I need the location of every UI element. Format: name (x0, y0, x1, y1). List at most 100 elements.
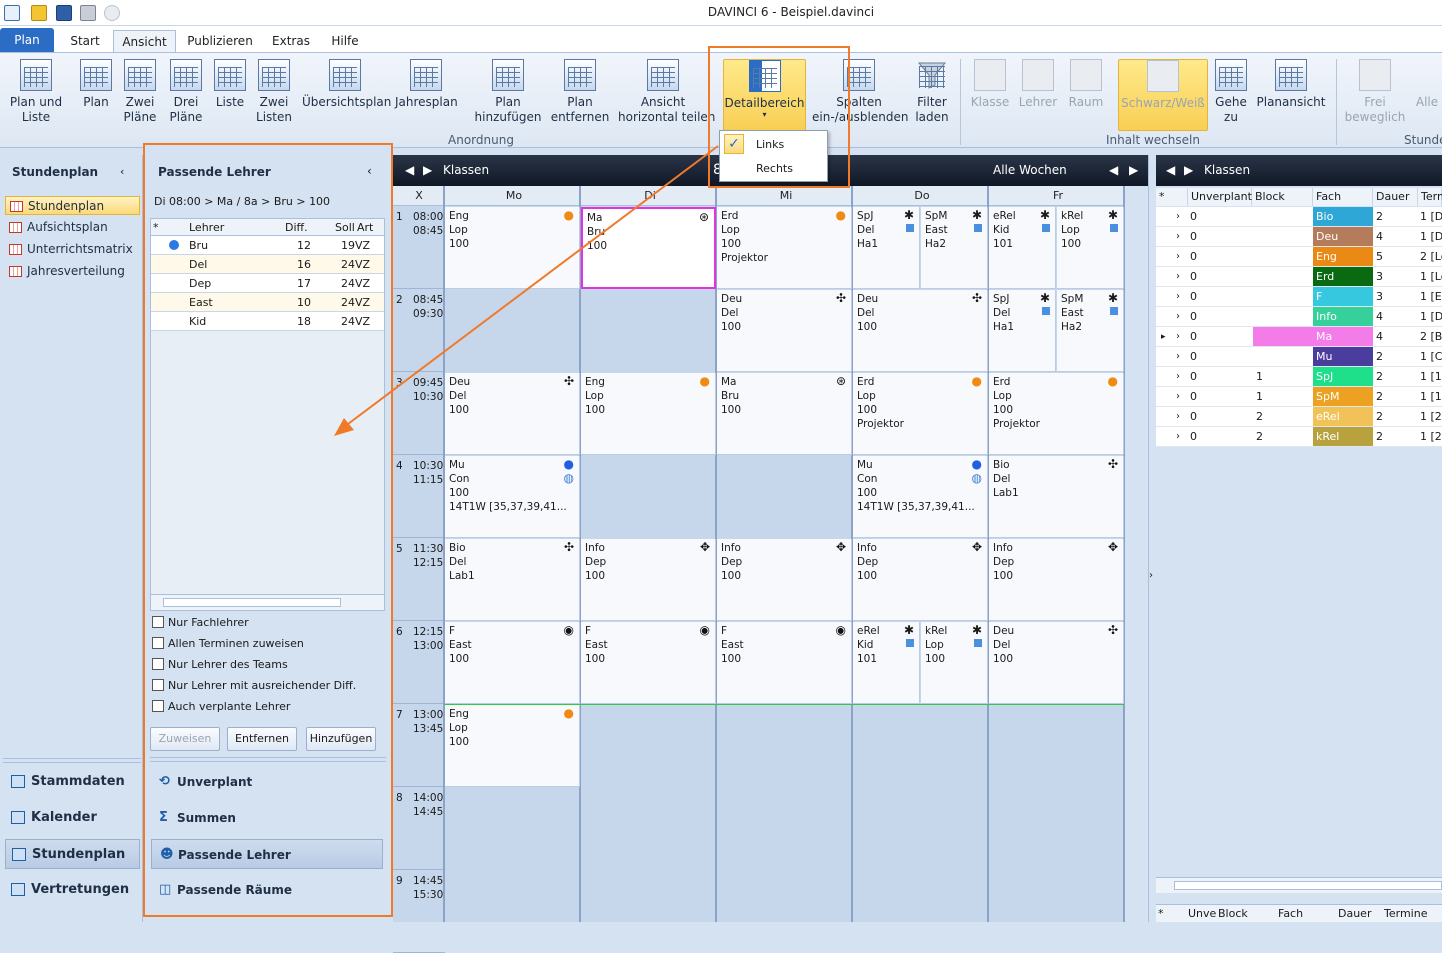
table-row[interactable]: › 0 2 kRel 2 1 [2. (1156, 427, 1442, 447)
nav-item-jahresverteilung[interactable]: Jahresverteilung (5, 262, 140, 281)
menu-item-rechts[interactable]: Rechts (756, 162, 793, 175)
column-dauer[interactable]: Dauer (1373, 188, 1418, 206)
lesson-cell-split[interactable]: eRel Kid 101 ✱ (989, 207, 1056, 289)
lesson-cell[interactable]: Info Dep 100 ✥ (717, 539, 852, 621)
checkbox-nur-lehrer-team[interactable] (152, 658, 164, 670)
next-week-icon[interactable]: ▶ (1129, 163, 1138, 177)
lesson-cell[interactable]: Mu Con 100 14T1W [35,37,39,41... ● ◍ (445, 456, 580, 538)
chevron-right-icon[interactable]: › (1176, 267, 1180, 287)
lesson-cell-split[interactable]: kRel Lop 100 ✱ (921, 622, 988, 704)
plan-entfernen-button[interactable]: Plan entfernen (550, 59, 610, 125)
splitter[interactable] (150, 757, 386, 762)
table-row[interactable]: › 0 2 eRel 2 1 [2. (1156, 407, 1442, 427)
table-row[interactable]: › 0 1 SpM 2 1 [1. (1156, 387, 1442, 407)
lesson-cell-split[interactable]: kRel Lop 100 ✱ (1057, 207, 1124, 289)
lesson-cell[interactable]: F East 100 ◉ (717, 622, 852, 704)
column-termine[interactable]: Term (1418, 188, 1442, 206)
lesson-cell[interactable]: Erd Lop 100 Projektor ● (853, 373, 988, 455)
chevron-right-icon[interactable]: › (1176, 287, 1180, 307)
checkbox-nur-fachlehrer[interactable] (152, 616, 164, 628)
weeks-label[interactable]: Alle Wochen (993, 163, 1067, 177)
table-row[interactable]: › 0 Erd 3 1 [Lo (1156, 267, 1442, 287)
liste-button[interactable]: Liste (212, 59, 248, 110)
column-block[interactable]: Block (1252, 188, 1313, 206)
gehe-zu-button[interactable]: Gehe zu (1212, 59, 1250, 125)
lesson-cell[interactable]: Erd Lop 100 Projektor ● (989, 373, 1124, 455)
table-row[interactable]: › 0 Bio 2 1 [De (1156, 207, 1442, 227)
lesson-cell[interactable]: Eng Lop 100 ● (445, 705, 580, 787)
lesson-cell[interactable]: Deu Del 100 ✣ (717, 290, 852, 372)
prev-week-icon[interactable]: ◀ (1109, 163, 1118, 177)
chevron-right-icon[interactable]: › (1176, 387, 1180, 407)
chevron-right-icon[interactable]: › (1176, 407, 1180, 427)
frei-beweglich-button[interactable]: Frei beweglich (1344, 59, 1406, 125)
chevron-right-icon[interactable]: › (1176, 367, 1180, 387)
nav-item-unterrichtsmatrix[interactable]: Unterrichtsmatrix (5, 240, 140, 259)
chevron-right-icon[interactable]: › (1176, 347, 1180, 367)
tab-extras[interactable]: Extras (266, 30, 316, 52)
table-row[interactable]: › 0 1 SpJ 2 1 [1. (1156, 367, 1442, 387)
lesson-cell-split[interactable]: SpJ Del Ha1 ✱ (989, 290, 1056, 372)
menu-item-links[interactable]: Links (756, 138, 784, 151)
zuweisen-button[interactable]: Zuweisen (150, 727, 220, 751)
lesson-cell[interactable]: Ma Bru 100 ⊛ (717, 373, 852, 455)
tab-start[interactable]: Start (62, 30, 108, 52)
nav-item-aufsichtsplan[interactable]: Aufsichtsplan (5, 218, 140, 237)
scrollbar-thumb[interactable] (163, 598, 341, 607)
nav-vertretungen[interactable]: Vertretungen (5, 875, 140, 905)
table-row[interactable]: › 0 Deu 4 1 [De (1156, 227, 1442, 247)
lesson-cell-split[interactable]: eRel Kid 101 ✱ (853, 622, 920, 704)
detailbereich-button[interactable]: Detailbereich ▾ (723, 59, 806, 131)
lesson-cell[interactable]: Erd Lop 100 Projektor ● (717, 207, 852, 289)
drei-plaene-button[interactable]: Drei Pläne (166, 59, 206, 125)
section-summen[interactable]: Σ Summen (151, 803, 383, 833)
column-unverplant[interactable]: Unverplant (1188, 188, 1252, 206)
ansicht-horizontal-teilen-button[interactable]: Ansicht horizontal teilen (618, 59, 715, 125)
scrollbar-thumb[interactable] (1174, 881, 1442, 890)
jahresplan-button[interactable]: Jahresplan (395, 59, 458, 110)
nav-item-stundenplan[interactable]: Stundenplan (5, 196, 140, 215)
prev-arrow-icon[interactable]: ◀ (1166, 163, 1175, 177)
checkbox-ausreichende-diff[interactable] (152, 679, 164, 691)
schwarz-weiss-button[interactable]: Schwarz/Weiß (1118, 59, 1208, 131)
horizontal-scrollbar[interactable] (1156, 877, 1442, 893)
section-passende-lehrer[interactable]: ☻ Passende Lehrer (151, 839, 383, 869)
planansicht-button[interactable]: Planansicht (1256, 59, 1326, 110)
lesson-cell[interactable]: Info Dep 100 ✥ (853, 539, 988, 621)
chevron-right-icon[interactable]: › (1176, 307, 1180, 327)
lesson-cell[interactable]: Mu Con 100 14T1W [35,37,39,41... ● ◍ (853, 456, 988, 538)
nav-kalender[interactable]: Kalender (5, 803, 140, 833)
lesson-cell-split[interactable]: SpM East Ha2 ✱ (1057, 290, 1124, 372)
chevron-right-icon[interactable]: › (1176, 427, 1180, 447)
chevron-right-icon[interactable]: › (1176, 247, 1180, 267)
splitter-chevron-icon[interactable]: › (1149, 570, 1156, 600)
tab-publizieren[interactable]: Publizieren (182, 30, 258, 52)
spalten-button[interactable]: Spalten ein-/ausblenden (812, 59, 908, 125)
plan-und-liste-button[interactable]: Plan und Liste (6, 59, 66, 125)
chevron-right-icon[interactable]: › (1176, 207, 1180, 227)
chevron-right-icon[interactable]: › (1176, 227, 1180, 247)
lesson-cell[interactable]: Info Dep 100 ✥ (581, 539, 716, 621)
klasse-button[interactable]: Klasse (968, 59, 1012, 110)
hinzufuegen-button[interactable]: Hinzufügen (306, 727, 376, 751)
table-row[interactable]: › 0 Info 4 1 [De (1156, 307, 1442, 327)
next-arrow-icon[interactable]: ▶ (1184, 163, 1193, 177)
horizontal-scrollbar[interactable] (151, 594, 384, 610)
collapse-chevron-icon[interactable]: ‹ (120, 165, 124, 178)
uebersichtsplan-button[interactable]: Übersichtsplan (302, 59, 391, 110)
lesson-cell[interactable]: Info Dep 100 ✥ (989, 539, 1124, 621)
chevron-right-icon[interactable]: › (1176, 327, 1180, 347)
table-row[interactable]: › 0 F 3 1 [Ea (1156, 287, 1442, 307)
tab-hilfe[interactable]: Hilfe (322, 30, 368, 52)
splitter[interactable] (3, 758, 141, 763)
section-unverplant[interactable]: ⟲ Unverplant (151, 767, 383, 797)
plan-button[interactable]: Plan (78, 59, 114, 110)
section-passende-raeume[interactable]: ◫ Passende Räume (151, 875, 383, 905)
nav-stammdaten[interactable]: Stammdaten (5, 767, 140, 797)
lesson-cell[interactable]: Deu Del 100 ✣ (989, 622, 1124, 704)
plan-hinzufuegen-button[interactable]: Plan hinzufügen (474, 59, 542, 125)
lesson-cell[interactable]: Deu Del 100 ✣ (853, 290, 988, 372)
filter-laden-button[interactable]: Filter laden (910, 59, 954, 125)
tab-plan[interactable]: Plan (0, 28, 54, 52)
table-row[interactable]: › 0 Eng 5 2 [Lo (1156, 247, 1442, 267)
